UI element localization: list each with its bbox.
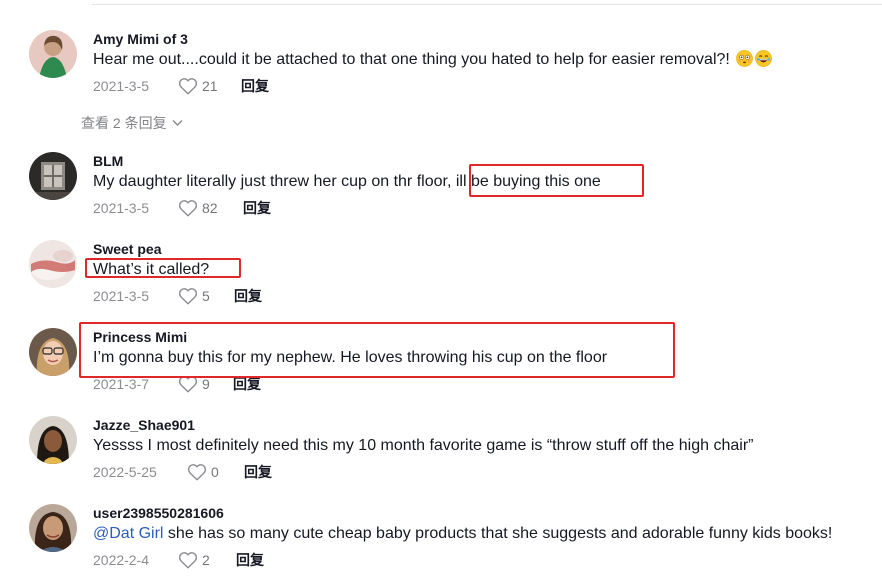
mention-link[interactable]: @Dat Girl xyxy=(93,525,163,542)
top-divider xyxy=(92,4,882,5)
reply-button[interactable]: 回复 xyxy=(241,77,269,95)
comment-text: Yessss I most definitely need this my 10… xyxy=(93,437,754,454)
view-replies-label: 查看 2 条回复 xyxy=(81,115,167,131)
comment-item: Jazze_Shae901 Yessss I most definitely n… xyxy=(0,416,882,496)
comment-username[interactable]: user2398550281606 xyxy=(93,504,224,522)
comment-text: Hear me out....could it be attached to t… xyxy=(93,49,773,71)
avatar[interactable] xyxy=(29,328,77,376)
avatar[interactable] xyxy=(29,416,77,464)
comment-username[interactable]: Amy Mimi of 3 xyxy=(93,30,188,48)
comment-username[interactable]: Princess Mimi xyxy=(93,328,187,346)
flushed-face-icon xyxy=(736,50,754,67)
comment-username[interactable]: Jazze_Shae901 xyxy=(93,416,195,434)
like-button[interactable]: 2 xyxy=(178,551,210,569)
like-count: 21 xyxy=(202,78,218,94)
heart-outline-icon xyxy=(178,78,198,95)
comment-item: Sweet pea What’s it called? 2021-3-5 5 回… xyxy=(0,240,882,320)
comment-text: @Dat Girl she has so many cute cheap bab… xyxy=(93,525,833,542)
comment-text: I’m gonna buy this for my nephew. He lov… xyxy=(93,349,608,366)
like-count: 0 xyxy=(211,464,219,480)
comment-item: Amy Mimi of 3 Hear me out....could it be… xyxy=(0,30,882,110)
comment-date: 2022-2-4 xyxy=(93,552,150,568)
like-button[interactable]: 82 xyxy=(178,199,218,217)
like-button[interactable]: 5 xyxy=(178,287,210,305)
comment-item: user2398550281606 @Dat Girl she has so m… xyxy=(0,504,882,584)
comment-date: 2021-3-5 xyxy=(93,288,150,304)
like-button[interactable]: 9 xyxy=(178,375,210,393)
heart-outline-icon xyxy=(178,200,198,217)
avatar[interactable] xyxy=(29,30,77,78)
like-count: 5 xyxy=(202,288,210,304)
comment-text: My daughter literally just threw her cup… xyxy=(93,173,601,190)
comment-username[interactable]: Sweet pea xyxy=(93,240,161,258)
comment-date: 2021-3-7 xyxy=(93,376,150,392)
view-replies-button[interactable]: 查看 2 条回复 xyxy=(81,114,183,132)
avatar[interactable] xyxy=(29,240,77,288)
reply-button[interactable]: 回复 xyxy=(234,287,262,305)
heart-outline-icon xyxy=(187,464,207,481)
like-count: 9 xyxy=(202,376,210,392)
reply-button[interactable]: 回复 xyxy=(243,199,271,217)
comment-date: 2021-3-5 xyxy=(93,200,150,216)
comment-username[interactable]: BLM xyxy=(93,152,123,170)
avatar[interactable] xyxy=(29,504,77,552)
heart-outline-icon xyxy=(178,376,198,393)
comment-text: What’s it called? xyxy=(93,261,210,278)
like-button[interactable]: 21 xyxy=(178,77,218,95)
like-count: 82 xyxy=(202,200,218,216)
reply-button[interactable]: 回复 xyxy=(244,463,272,481)
heart-outline-icon xyxy=(178,552,198,569)
reply-button[interactable]: 回复 xyxy=(233,375,261,393)
chevron-down-icon xyxy=(172,119,183,127)
grinning-face-icon xyxy=(755,50,773,67)
comment-item: BLM My daughter literally just threw her… xyxy=(0,152,882,232)
like-count: 2 xyxy=(202,552,210,568)
heart-outline-icon xyxy=(178,288,198,305)
comment-date: 2021-3-5 xyxy=(93,78,150,94)
like-button[interactable]: 0 xyxy=(187,463,219,481)
avatar[interactable] xyxy=(29,152,77,200)
comment-date: 2022-5-25 xyxy=(93,464,157,480)
comment-item: Princess Mimi I’m gonna buy this for my … xyxy=(0,328,882,408)
reply-button[interactable]: 回复 xyxy=(236,551,264,569)
